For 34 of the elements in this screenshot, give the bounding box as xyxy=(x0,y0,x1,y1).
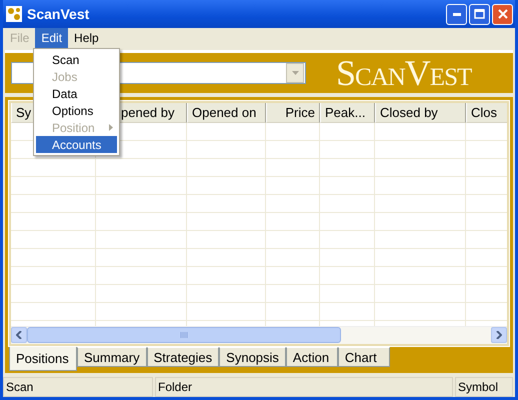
tab[interactable]: Strategies xyxy=(146,347,220,367)
tab[interactable]: Positions xyxy=(9,347,77,371)
grip-icon xyxy=(180,332,188,338)
menu-item[interactable]: Help xyxy=(68,28,105,48)
menu-item[interactable]: Edit xyxy=(35,28,68,48)
column-header[interactable]: Peak... xyxy=(320,103,375,123)
close-button[interactable] xyxy=(492,4,513,24)
column-header[interactable]: Price xyxy=(266,103,320,123)
logo: ScanVest xyxy=(336,52,472,94)
scroll-thumb[interactable] xyxy=(27,327,341,343)
status-field: Symbol xyxy=(455,377,513,397)
menu-item[interactable]: Scan xyxy=(36,51,117,68)
status-field: Scan xyxy=(3,377,153,397)
menu-item[interactable]: Data xyxy=(36,85,117,102)
caret-icon xyxy=(292,71,298,75)
minimize-icon xyxy=(452,12,460,16)
maximize-icon xyxy=(474,9,485,19)
horizontal-scrollbar[interactable] xyxy=(11,326,507,344)
window-title: ScanVest xyxy=(27,6,90,22)
column-header[interactable]: Clos xyxy=(466,103,507,123)
tab[interactable]: Chart xyxy=(338,347,390,367)
close-icon xyxy=(498,9,508,19)
menu-item[interactable]: Accounts xyxy=(36,136,117,153)
maximize-button[interactable] xyxy=(469,4,490,24)
scroll-left-button[interactable] xyxy=(11,327,27,343)
minimize-button[interactable] xyxy=(446,4,467,24)
scroll-right-button[interactable] xyxy=(491,327,507,343)
column-header[interactable]: Closed by xyxy=(375,103,466,123)
tab[interactable]: Action xyxy=(286,347,338,367)
tab[interactable]: Summary xyxy=(77,347,147,367)
column-header[interactable]: Opened on xyxy=(187,103,266,123)
app-icon xyxy=(6,6,22,22)
tab[interactable]: Synopsis xyxy=(219,347,286,367)
status-field: Folder xyxy=(155,377,453,397)
